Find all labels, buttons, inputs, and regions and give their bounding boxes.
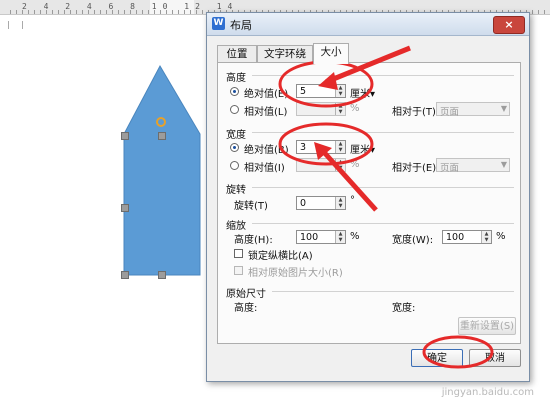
resize-handle[interactable] <box>121 204 129 212</box>
scale-width-label: 宽度(W): <box>392 235 434 246</box>
height-unit-label: 厘米 <box>350 89 370 100</box>
rotate-label: 旋转(T) <box>234 201 268 212</box>
scale-height-unit: % <box>350 231 360 242</box>
resize-handle[interactable] <box>121 132 129 140</box>
close-button[interactable]: × <box>493 16 525 34</box>
lock-aspect-ratio-checkbox[interactable] <box>234 249 243 258</box>
width-unit-label: 厘米 <box>350 145 370 156</box>
resize-handle[interactable] <box>121 271 129 279</box>
height-relative-to-select[interactable]: 页面 ▼ <box>436 102 510 118</box>
dropdown-arrow-icon: ▾ <box>370 89 376 100</box>
width-relative-to-select[interactable]: 页面 ▼ <box>436 158 510 174</box>
scale-height-input[interactable]: 100 ▲ ▼ <box>296 230 346 244</box>
width-relative-unit: % <box>350 159 360 170</box>
width-relative-to-value: 页面 <box>440 163 460 174</box>
scale-section-title: 缩放 <box>226 221 246 232</box>
original-height-label: 高度: <box>234 303 258 314</box>
spin-arrows-icon[interactable]: ▲ ▼ <box>335 231 345 243</box>
scale-height-value: 100 <box>300 232 319 243</box>
height-relative-to-label: 相对于(T) <box>392 107 436 118</box>
tab-position[interactable]: 位置 <box>217 45 257 63</box>
rotate-section-title: 旋转 <box>226 185 246 196</box>
height-absolute-label: 绝对值(E) <box>244 89 289 100</box>
divider <box>252 75 514 76</box>
width-absolute-input[interactable]: 3 ▲ ▼ <box>296 140 346 154</box>
layout-dialog: W 布局 × 位置 文字环绕 大小 高度 绝对值(E) 5 ▲ ▼ 厘米▾ 相对值… <box>206 12 530 382</box>
width-relative-label: 相对值(I) <box>244 163 285 174</box>
rotate-handle[interactable] <box>156 117 166 127</box>
spin-arrows-icon[interactable]: ▲ ▼ <box>481 231 491 243</box>
height-relative-to-value: 页面 <box>440 107 460 118</box>
width-relative-to-label: 相对于(E) <box>392 163 437 174</box>
reset-button[interactable]: 重新设置(S) <box>458 317 516 335</box>
wps-app-icon: W <box>212 17 225 30</box>
width-relative-radio[interactable] <box>230 161 239 170</box>
scale-width-input[interactable]: 100 ▲ ▼ <box>442 230 492 244</box>
original-size-section-title: 原始尺寸 <box>226 289 266 300</box>
tab-text-wrap[interactable]: 文字环绕 <box>257 45 313 63</box>
rotate-value: 0 <box>300 198 307 209</box>
relative-original-size-label: 相对原始图片大小(R) <box>248 268 343 279</box>
width-absolute-value: 3 <box>300 142 307 153</box>
relative-original-size-checkbox[interactable] <box>234 266 243 275</box>
height-absolute-value: 5 <box>300 86 307 97</box>
width-absolute-label: 绝对值(B) <box>244 145 289 156</box>
shape-selection[interactable] <box>118 62 210 282</box>
resize-handle[interactable] <box>158 132 166 140</box>
cancel-button[interactable]: 取消 <box>469 349 521 367</box>
dialog-title: 布局 <box>230 19 252 32</box>
divider <box>272 291 514 292</box>
height-section-title: 高度 <box>226 73 246 84</box>
chevron-down-icon: ▼ <box>500 104 507 113</box>
original-width-label: 宽度: <box>392 303 416 314</box>
width-relative-input[interactable]: ▲ ▼ <box>296 158 346 172</box>
height-relative-unit: % <box>350 103 360 114</box>
height-absolute-input[interactable]: 5 ▲ ▼ <box>296 84 346 98</box>
rotate-input[interactable]: 0 ▲ ▼ <box>296 196 346 210</box>
dialog-titlebar[interactable]: W 布局 × <box>207 13 529 36</box>
scale-height-label: 高度(H): <box>234 235 273 246</box>
divider <box>252 132 514 133</box>
spin-arrows-icon[interactable]: ▲ ▼ <box>335 159 345 171</box>
spin-arrows-icon[interactable]: ▲ ▼ <box>335 85 345 97</box>
scale-width-unit: % <box>496 231 506 242</box>
rotate-unit: ° <box>350 195 355 206</box>
height-relative-input[interactable]: ▲ ▼ <box>296 102 346 116</box>
dropdown-arrow-icon: ▾ <box>370 145 376 156</box>
width-section-title: 宽度 <box>226 130 246 141</box>
spin-arrows-icon[interactable]: ▲ ▼ <box>335 103 345 115</box>
tab-size[interactable]: 大小 <box>313 43 349 64</box>
divider <box>252 187 514 188</box>
resize-handle[interactable] <box>158 271 166 279</box>
lock-aspect-ratio-label: 锁定纵横比(A) <box>248 251 313 262</box>
spin-arrows-icon[interactable]: ▲ ▼ <box>335 197 345 209</box>
height-relative-radio[interactable] <box>230 105 239 114</box>
ok-button[interactable]: 确定 <box>411 349 463 367</box>
scale-width-value: 100 <box>446 232 465 243</box>
spin-arrows-icon[interactable]: ▲ ▼ <box>335 141 345 153</box>
width-unit-dropdown[interactable]: 厘米▾ <box>350 141 375 156</box>
chevron-down-icon: ▼ <box>500 160 507 169</box>
height-relative-label: 相对值(L) <box>244 107 288 118</box>
height-absolute-radio[interactable] <box>230 87 239 96</box>
size-panel: 高度 绝对值(E) 5 ▲ ▼ 厘米▾ 相对值(L) ▲ ▼ % 相对于(T) 页面… <box>217 62 521 344</box>
height-unit-dropdown[interactable]: 厘米▾ <box>350 85 375 100</box>
divider <box>252 223 514 224</box>
width-absolute-radio[interactable] <box>230 143 239 152</box>
watermark: jingyan.baidu.com <box>441 387 534 398</box>
